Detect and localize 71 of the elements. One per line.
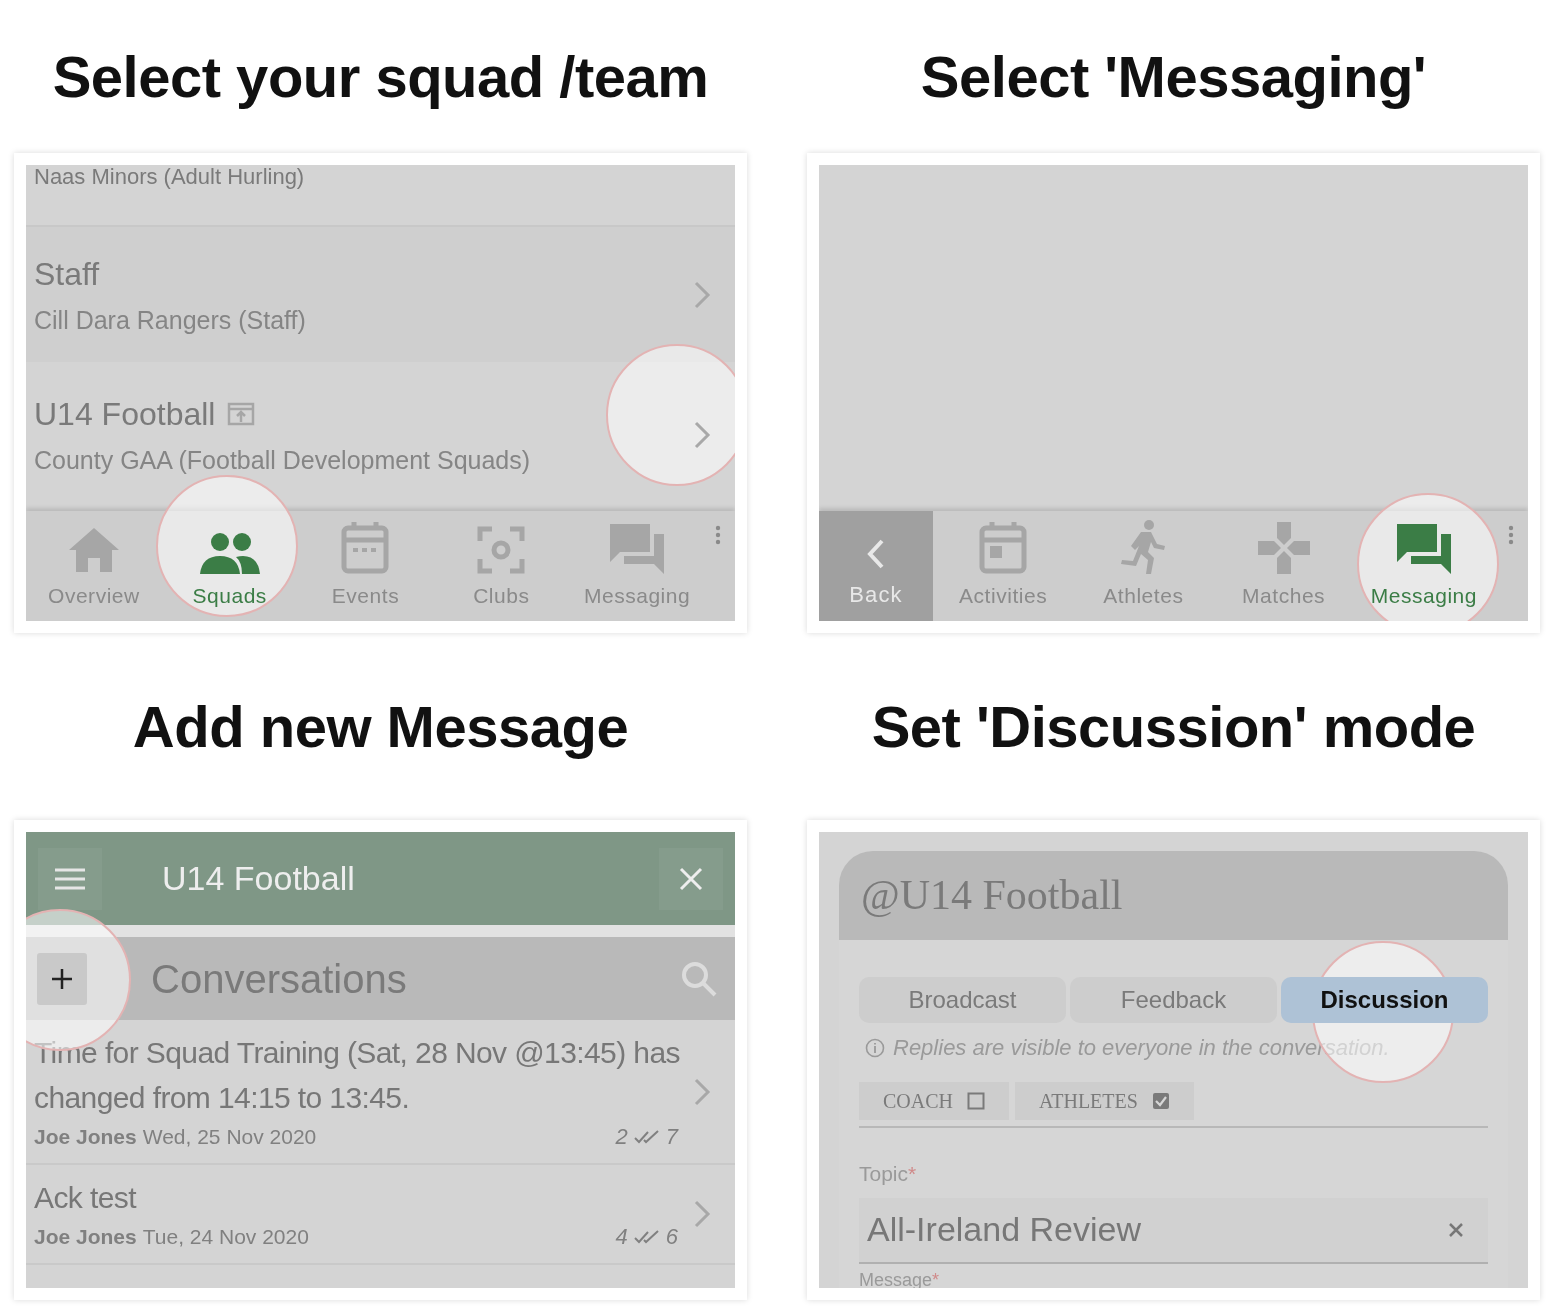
- search-icon: [681, 960, 717, 997]
- message-date: Wed, 25 Nov 2020: [142, 1123, 317, 1150]
- camera-focus-icon: [477, 525, 526, 574]
- recipient-chip[interactable]: ATHLETES: [1015, 1082, 1194, 1120]
- conversation-row[interactable]: Ack test Joe Jones Tue, 24 Nov 2020 4 6: [26, 1165, 735, 1265]
- menu-button[interactable]: [38, 847, 102, 910]
- linked-squad-icon: [227, 402, 256, 427]
- double-check-icon: [633, 1128, 660, 1145]
- clear-icon: [1448, 1221, 1464, 1238]
- squad-row[interactable]: Staff Cill Dara Rangers (Staff): [26, 225, 735, 362]
- read-count: 7: [665, 1123, 678, 1151]
- plus-icon: [51, 967, 73, 990]
- nav-tab[interactable]: Overview: [26, 511, 162, 621]
- conversation-title: Ack test: [34, 1180, 138, 1216]
- step-heading: Select 'Messaging': [920, 43, 1427, 111]
- chat-bubbles-icon: [610, 523, 665, 574]
- section-title: Conversations: [151, 955, 407, 1003]
- calendar-icon: [341, 519, 390, 574]
- topic-field[interactable]: All-Ireland Review: [859, 1197, 1488, 1264]
- nav-tab[interactable]: Messaging: [1353, 511, 1494, 621]
- mode-toggle[interactable]: Discussion: [1281, 977, 1488, 1023]
- close-icon: [679, 866, 703, 891]
- nav-tab[interactable]: Clubs: [433, 511, 570, 621]
- squad-title: U14 Football: [162, 858, 355, 899]
- step-heading: Set 'Discussion' mode: [871, 693, 1476, 761]
- chevron-right-icon: [693, 420, 711, 450]
- field-value: All-Ireland Review: [867, 1209, 1141, 1250]
- author-name: Joe Jones: [34, 1123, 137, 1150]
- nav-tab[interactable]: Events: [297, 511, 434, 621]
- calendar-icon: [979, 519, 1028, 574]
- running-person-icon: [1121, 519, 1166, 574]
- chevron-right-icon: [693, 1199, 711, 1229]
- nav-tab[interactable]: Athletes: [1073, 511, 1214, 621]
- nav-tab[interactable]: Matches: [1213, 511, 1354, 621]
- add-button[interactable]: [37, 952, 87, 1005]
- nav-tab[interactable]: Activities: [933, 511, 1074, 621]
- chevron-right-icon: [693, 1076, 711, 1107]
- chevron-left-icon: [866, 538, 886, 570]
- sent-count: 2: [615, 1123, 628, 1151]
- back-button[interactable]: Back: [819, 511, 933, 621]
- step-heading: Select your squad /team: [52, 43, 709, 111]
- close-button[interactable]: [659, 847, 723, 910]
- nav-tab[interactable]: Messaging: [569, 511, 705, 621]
- hint-text: Replies are visible to everyone in the conversation.: [893, 1034, 1390, 1062]
- required-mark: *: [932, 1269, 940, 1288]
- recipient-chip[interactable]: COACH: [859, 1082, 1009, 1120]
- squad-club: Cill Dara Rangers (Staff): [34, 304, 306, 336]
- author-name: Joe Jones: [34, 1223, 137, 1250]
- dialog-title: @U14 Football: [861, 871, 1123, 920]
- required-mark: *: [908, 1161, 917, 1187]
- chevron-right-icon: [693, 279, 711, 310]
- mode-toggle[interactable]: Broadcast: [859, 977, 1066, 1023]
- step-heading: Add new Message: [132, 693, 629, 761]
- squad-name: Naas Minors (Adult Hurling): [34, 165, 305, 189]
- chat-bubbles-icon: [1396, 523, 1451, 574]
- people-icon: [199, 531, 260, 574]
- message-date: Tue, 24 Nov 2020: [142, 1223, 309, 1250]
- mode-toggle[interactable]: Feedback: [1070, 977, 1277, 1023]
- sent-count: 4: [615, 1223, 628, 1251]
- menu-icon: [54, 867, 86, 890]
- nav-tab[interactable]: Squads: [161, 511, 298, 621]
- more-menu-icon: [1508, 525, 1514, 545]
- more-menu-icon: [715, 525, 721, 545]
- squad-club: County GAA (Football Development Squads): [34, 445, 531, 477]
- squad-name: Staff: [34, 254, 100, 294]
- gamepad-icon: [1257, 521, 1310, 574]
- field-label: Topic: [859, 1161, 909, 1187]
- info-icon: [865, 1037, 885, 1058]
- double-check-icon: [633, 1228, 660, 1245]
- read-count: 6: [665, 1223, 678, 1251]
- squad-name: U14 Football: [34, 395, 216, 435]
